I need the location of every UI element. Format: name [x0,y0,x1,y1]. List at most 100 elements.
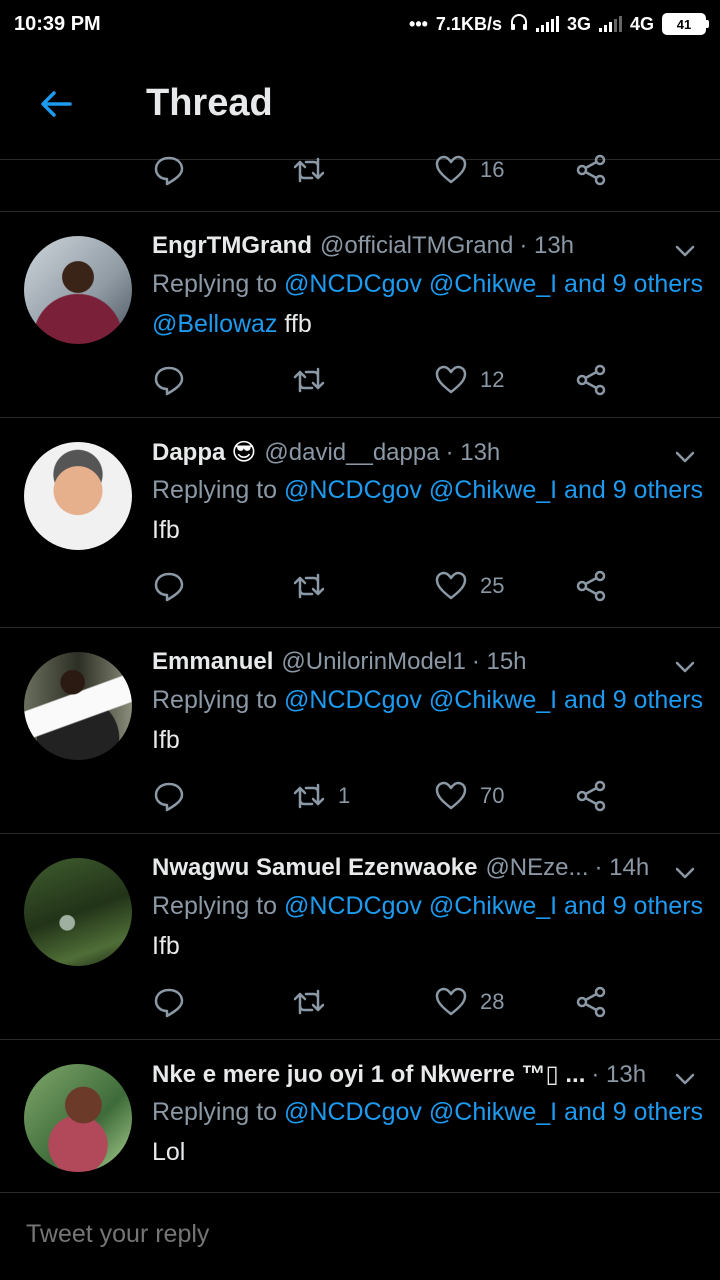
tweet-text: Ifb [152,726,180,755]
and-others-link[interactable]: and 9 others [564,686,703,714]
chevron-down-icon[interactable] [674,862,696,884]
reply-icon [154,572,184,602]
like-count: 25 [480,573,505,598]
tweet-text: @Bellowaz ffb [152,310,312,339]
mention-link[interactable]: @NCDCgov [284,686,422,714]
reply-button[interactable] [152,360,186,400]
tweet-time: · 13h [591,1060,647,1088]
share-button[interactable] [574,360,608,400]
mention-link[interactable]: @NCDCgov [284,270,422,298]
mention-link[interactable]: @NCDCgov [284,476,422,504]
like-button[interactable]: 25 [434,566,504,606]
tweet-card[interactable]: Nwagwu Samuel Ezenwaoke @NEze... · 14h R… [0,834,720,1040]
tweet-body: Ifb [152,726,180,754]
like-count: 16 [480,157,505,182]
retweet-button[interactable] [292,360,338,400]
tweet-reply-input[interactable] [24,1219,688,1250]
user-handle[interactable]: @NEze... [485,854,588,882]
share-button[interactable] [574,566,608,606]
back-arrow-icon[interactable] [36,84,76,124]
status-bar: 10:39 PM ••• 7.1KB/s 3G 4G 41 [0,0,720,48]
tweet-body: ffb [277,310,312,338]
display-name[interactable]: Nke e mere juo oyi 1 of Nkwerre ™▯ ... [152,1060,585,1089]
user-handle[interactable]: @officialTMGrand [320,232,513,260]
display-name[interactable]: EngrTMGrand [152,232,312,260]
like-count: 70 [480,783,505,808]
battery-icon: 41 [662,13,709,35]
chevron-down-icon[interactable] [674,1068,696,1090]
avatar[interactable] [24,858,132,966]
reply-button[interactable] [152,566,186,606]
tweet-card[interactable]: Nke e mere juo oyi 1 of Nkwerre ™▯ ... ·… [0,1040,720,1192]
mention-link[interactable]: @Chikwe_I [429,892,557,920]
like-button[interactable]: 28 [434,982,504,1022]
previous-tweet-actions: 16 [0,152,720,212]
tweet-time: · 13h [519,232,575,259]
status-indicators: ••• 7.1KB/s 3G 4G 41 [409,13,709,36]
tweet-body: Ifb [152,932,180,960]
share-button[interactable] [574,776,608,816]
tweet-header: EngrTMGrand @officialTMGrand · 13h [152,232,700,260]
like-button[interactable]: 16 [434,150,504,190]
chevron-down-icon[interactable] [674,446,696,468]
share-button[interactable] [574,150,608,190]
avatar[interactable] [24,442,132,550]
and-others-link[interactable]: and 9 others [564,270,703,298]
share-icon [576,986,606,1018]
like-button[interactable]: 70 [434,776,504,816]
mention-link[interactable]: @Chikwe_I [429,476,557,504]
reply-bar [0,1192,720,1280]
mention-link[interactable]: @Chikwe_I [429,270,557,298]
like-button[interactable]: 12 [434,360,504,400]
avatar[interactable] [24,1064,132,1172]
reply-icon [154,366,184,396]
retweet-button[interactable] [292,982,338,1022]
retweet-button[interactable] [292,150,326,190]
user-handle[interactable]: @UnilorinModel1 [281,648,465,676]
mention-link[interactable]: @Chikwe_I [429,686,557,714]
chevron-down-icon[interactable] [674,656,696,678]
like-count: 28 [480,989,505,1014]
replying-to: Replying to @NCDCgov @Chikwe_I and 9 oth… [152,270,703,299]
retweet-button[interactable] [292,566,338,606]
reply-button[interactable] [152,982,186,1022]
like-count: 12 [480,367,505,392]
tweet-card[interactable]: EngrTMGrand @officialTMGrand · 13h Reply… [0,212,720,418]
share-button[interactable] [574,982,608,1022]
retweet-icon [293,367,325,393]
action-bar: 1 70 [152,776,622,816]
avatar[interactable] [24,652,132,760]
battery-level: 41 [676,16,692,32]
heart-icon [435,781,467,810]
display-name[interactable]: Nwagwu Samuel Ezenwaoke [152,854,477,882]
mention-link[interactable]: @NCDCgov [284,1098,422,1126]
reply-button[interactable] [152,150,186,190]
share-icon [576,780,606,812]
user-handle[interactable]: @david__dappa [264,439,439,467]
reply-button[interactable] [152,776,186,816]
headphones-icon [510,13,528,36]
tweet-header: Emmanuel @UnilorinModel1 · 15h [152,648,700,676]
display-name[interactable]: Dappa [152,439,225,467]
retweet-button[interactable]: 1 [292,776,350,816]
sunglasses-emoji-icon: 😎 [231,439,257,466]
and-others-link[interactable]: and 9 others [564,476,703,504]
tweet-time: · 15h [471,648,527,675]
header: Thread [0,48,720,160]
page-title: Thread [146,82,273,124]
mention-link[interactable]: @Chikwe_I [429,1098,557,1126]
chevron-down-icon[interactable] [674,240,696,262]
action-bar: 16 [152,150,622,190]
and-others-link[interactable]: and 9 others [564,1098,703,1126]
and-others-link[interactable]: and 9 others [564,892,703,920]
mention-link[interactable]: @Bellowaz [152,310,277,338]
network-type-4g: 4G [629,13,654,34]
tweet-card[interactable]: Emmanuel @UnilorinModel1 · 15h Replying … [0,628,720,834]
share-icon [576,154,606,186]
retweet-icon [293,989,325,1015]
tweet-card[interactable]: Dappa 😎 @david__dappa · 13h Replying to … [0,418,720,628]
mention-link[interactable]: @NCDCgov [284,892,422,920]
display-name[interactable]: Emmanuel [152,648,273,676]
replying-to-label: Replying to [152,476,278,504]
avatar[interactable] [24,236,132,344]
